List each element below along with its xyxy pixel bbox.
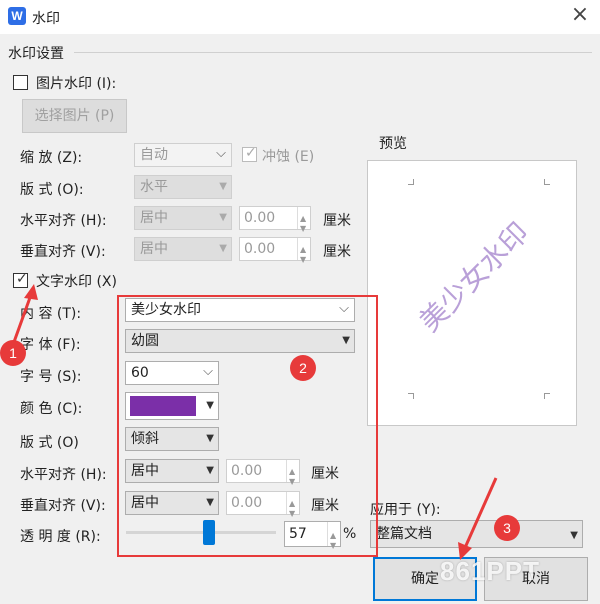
spinner-arrows-icon[interactable]: ▲ ▼ — [297, 207, 310, 233]
chevron-down-icon: ⌵ — [216, 146, 226, 161]
group-divider — [74, 52, 592, 53]
picture-v-align-label: 垂直对齐 (V): — [20, 244, 106, 260]
close-icon[interactable]: × — [568, 4, 592, 28]
wps-app-icon: W — [8, 7, 26, 25]
washout-checkbox[interactable]: ✓ — [242, 145, 257, 162]
dropdown-arrow-icon: ▼ — [219, 181, 227, 192]
picture-h-align-label: 水平对齐 (H): — [20, 213, 107, 229]
check-icon: ✓ — [245, 145, 257, 161]
annotation-badge-3: 3 — [494, 515, 520, 541]
picture-h-align-select[interactable]: 居中 ▼ — [134, 206, 232, 230]
window-title: 水印 — [32, 11, 60, 27]
dropdown-arrow-icon: ▼ — [219, 243, 227, 254]
size-label: 字 号 (S): — [20, 369, 82, 385]
apply-to-label: 应用于 (Y): — [370, 502, 441, 518]
picture-h-offset-spinner[interactable]: 0.00 ▲ ▼ — [239, 206, 311, 233]
picture-v-align-select[interactable]: 居中 ▼ — [134, 237, 232, 261]
annotation-badge-1: 1 — [0, 340, 26, 366]
picture-watermark-label: 图片水印 (I): — [36, 76, 117, 92]
dropdown-arrow-icon: ▼ — [219, 212, 227, 223]
corner-mark — [544, 179, 550, 185]
group-title: 水印设置 — [8, 46, 64, 62]
preview-watermark-text: 美少女水印 — [412, 215, 536, 339]
zoom-select[interactable]: 自动 ⌵ — [134, 143, 232, 167]
preview-panel: 美少女水印 — [367, 160, 577, 426]
dropdown-arrow-icon: ▼ — [570, 530, 578, 541]
annotation-badge-2: 2 — [290, 355, 316, 381]
picture-watermark-checkbox[interactable] — [13, 75, 28, 90]
corner-mark — [544, 393, 550, 399]
picture-layout-label: 版 式 (O): — [20, 182, 84, 198]
text-layout-label: 版 式 (O) — [20, 435, 79, 451]
picture-v-offset-spinner[interactable]: 0.00 ▲ ▼ — [239, 237, 311, 264]
select-picture-button[interactable]: 选择图片 (P) — [22, 99, 127, 133]
text-v-align-label: 垂直对齐 (V): — [20, 498, 106, 514]
picture-layout-select[interactable]: 水平 ▼ — [134, 175, 232, 199]
preview-label: 预览 — [379, 136, 407, 152]
corner-mark — [408, 393, 414, 399]
transparency-label: 透 明 度 (R): — [20, 529, 101, 545]
color-label: 颜 色 (C): — [20, 401, 83, 417]
corner-mark — [408, 179, 414, 185]
site-watermark-logo: 861PPT — [440, 556, 540, 586]
annotation-highlight-box — [117, 295, 378, 557]
picture-h-offset-unit: 厘米 — [323, 213, 351, 229]
spinner-arrows-icon[interactable]: ▲ ▼ — [297, 238, 310, 264]
washout-label: 冲蚀 (E) — [262, 149, 315, 165]
zoom-label: 缩 放 (Z): — [20, 150, 83, 166]
title-bar — [0, 0, 600, 34]
picture-v-offset-unit: 厘米 — [323, 244, 351, 260]
text-h-align-label: 水平对齐 (H): — [20, 467, 107, 483]
